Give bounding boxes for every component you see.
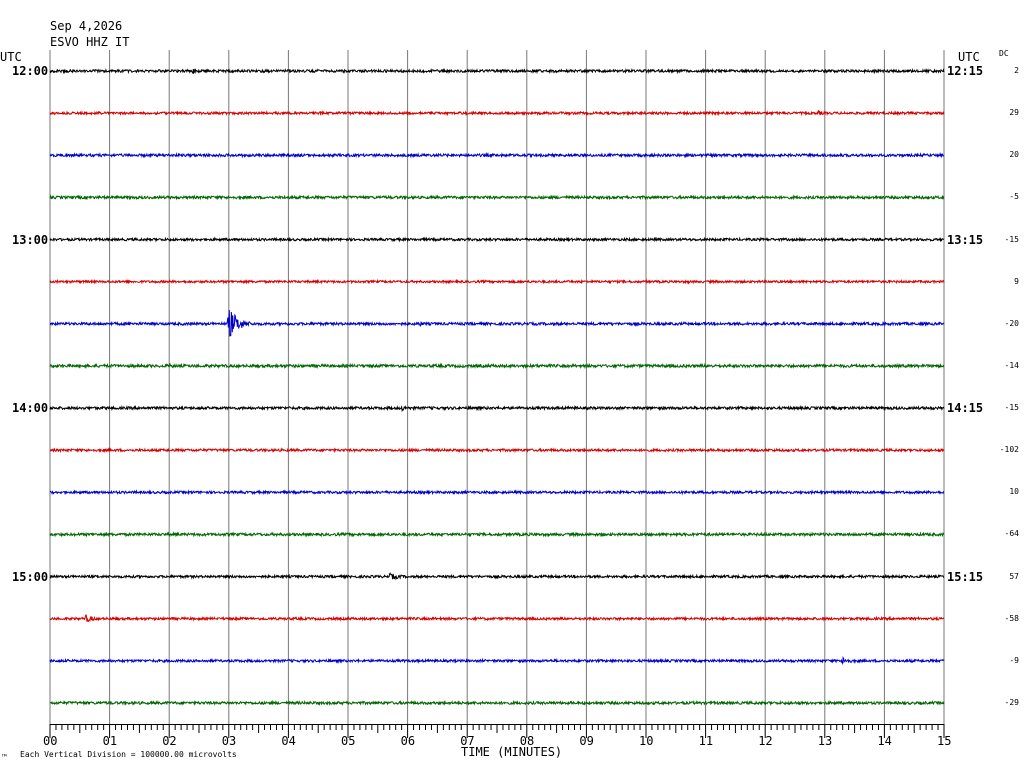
- dc-offset-label: -5: [1009, 192, 1019, 202]
- dc-offset-label: 20: [1009, 150, 1019, 160]
- dc-offset-label: -15: [1004, 234, 1019, 244]
- dc-offset-label: 57: [1009, 571, 1019, 581]
- x-tick-label: 15: [937, 734, 952, 748]
- trace-line-8: [49, 404, 945, 413]
- trace-line-6: [50, 309, 945, 337]
- x-tick-label: 14: [877, 734, 892, 748]
- x-tick-label: 11: [698, 734, 714, 748]
- dc-offset-label: 10: [1009, 487, 1019, 497]
- hour-label-left: 15:00: [12, 569, 49, 584]
- x-tick-label: 05: [341, 734, 356, 748]
- dc-offset-label: -29: [1004, 697, 1019, 707]
- trace-line-11: [49, 531, 945, 538]
- trace-line-2: [49, 152, 945, 159]
- dc-offset-label: -58: [1004, 613, 1019, 623]
- x-axis-title: TIME (MINUTES): [461, 745, 563, 759]
- trace-line-5: [49, 278, 945, 285]
- trace-line-7: [49, 362, 945, 370]
- trace-line-1: [49, 109, 945, 117]
- dc-offset-label: -15: [1004, 403, 1019, 413]
- seismic-traces: [49, 67, 945, 707]
- x-tick-label: 04: [281, 734, 296, 748]
- trace-line-0: [49, 67, 945, 75]
- hour-label-right: 14:15: [947, 401, 984, 416]
- trace-line-12: [49, 572, 945, 581]
- trace-line-3: [49, 194, 945, 201]
- x-tick-label: 10: [639, 734, 654, 748]
- x-tick-label: 02: [162, 734, 177, 748]
- dc-offset-label: -20: [1004, 318, 1019, 328]
- trace-line-9: [49, 447, 945, 454]
- utc-right-label: UTC: [958, 50, 980, 64]
- trace-line-13: [49, 613, 945, 623]
- trace-line-4: [49, 236, 945, 243]
- dc-offset-label: -14: [1004, 360, 1019, 370]
- hour-label-right: 13:15: [947, 232, 984, 247]
- x-tick-label: 03: [221, 734, 237, 748]
- corner-mark: ™: [2, 753, 7, 762]
- trace-line-15: [49, 699, 945, 707]
- dc-offset-label: 9: [1014, 276, 1019, 286]
- x-tick-label: 09: [579, 734, 594, 748]
- hour-label-right: 12:15: [947, 64, 984, 78]
- vertical-scale-footnote: Each Vertical Division = 100000.00 micro…: [20, 750, 237, 759]
- hour-label-right: 15:15: [947, 569, 984, 584]
- x-tick-label: 01: [102, 734, 118, 748]
- x-tick-label: 08: [519, 734, 535, 748]
- hour-label-left: 12:00: [12, 64, 49, 78]
- dc-offset-label: -64: [1004, 529, 1019, 539]
- hour-label-left: 13:00: [12, 232, 49, 247]
- x-tick-label: 07: [460, 734, 475, 748]
- dc-offset-label: -9: [1009, 655, 1019, 665]
- x-tick-label: 00: [43, 734, 58, 748]
- date-label: Sep 4,2026: [50, 19, 123, 33]
- dc-header-label: DC: [999, 49, 1009, 58]
- hour-label-left: 14:00: [12, 401, 49, 416]
- x-tick-label: 12: [758, 734, 773, 748]
- station-label: ESVO HHZ IT: [50, 35, 130, 49]
- time-axis: [49, 724, 945, 738]
- x-tick-label: 06: [400, 734, 416, 748]
- minute-gridlines: [49, 50, 945, 724]
- utc-left-label: UTC: [0, 50, 22, 64]
- trace-line-10: [49, 489, 945, 496]
- dc-offset-label: -102: [999, 445, 1019, 455]
- helicorder-plot: [49, 50, 945, 738]
- trace-line-14: [49, 656, 945, 665]
- dc-offset-label: 29: [1009, 108, 1019, 118]
- x-tick-label: 13: [817, 734, 833, 748]
- dc-offset-label: 2: [1014, 66, 1019, 75]
